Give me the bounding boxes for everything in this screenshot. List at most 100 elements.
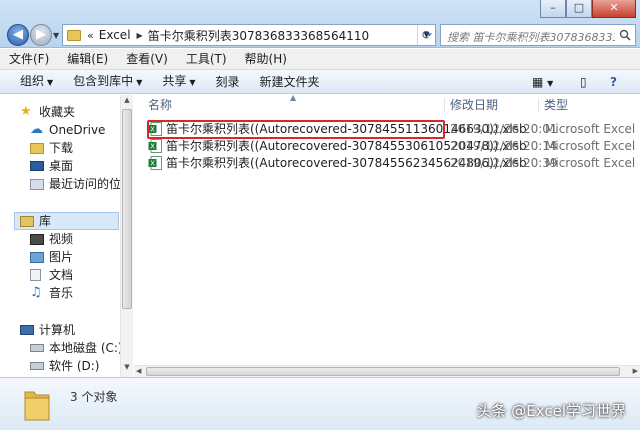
- nav-soft-disk-label: 软件 (D:): [49, 359, 100, 373]
- scroll-right-icon[interactable]: ▶: [633, 367, 638, 375]
- file-row[interactable]: X 笛卡尔乘积列表((Autorecovered-307845562345624…: [146, 155, 640, 172]
- download-folder-icon: [30, 142, 44, 154]
- file-type: Microsoft Excel ...: [545, 156, 640, 170]
- sort-ascending-icon: ▲: [290, 93, 297, 102]
- close-button[interactable]: ✕: [592, 0, 636, 18]
- menu-tools[interactable]: 工具(T): [177, 49, 236, 69]
- column-name[interactable]: 名称: [148, 95, 172, 115]
- column-divider[interactable]: [538, 98, 539, 112]
- file-row[interactable]: X 笛卡尔乘积列表((Autorecovered-307845530610520…: [146, 138, 640, 155]
- nav-computer-label: 计算机: [39, 323, 76, 337]
- nav-documents-label: 文档: [49, 268, 74, 282]
- share-button[interactable]: 共享 ▼: [152, 69, 205, 95]
- star-icon: ★: [20, 104, 32, 119]
- nav-videos-label: 视频: [49, 232, 74, 246]
- include-label: 包含到库中: [73, 73, 134, 88]
- nav-onedrive-label: OneDrive: [49, 123, 106, 137]
- pictures-icon: [30, 251, 44, 263]
- nav-libraries-label: 库: [39, 214, 52, 228]
- desktop-icon: [30, 161, 44, 171]
- folder-icon: [67, 29, 81, 41]
- details-pane: 3 个对象 头条 @Excel学习世界: [0, 377, 640, 430]
- horizontal-scroll-thumb[interactable]: [146, 367, 620, 376]
- title-bar: – □ ✕ ◀ ▶ ▼ « Excel ▶ 笛卡尔乘积列表30783683336…: [0, 0, 640, 48]
- svg-text:X: X: [150, 143, 155, 151]
- organize-label: 组织: [20, 73, 45, 88]
- breadcrumb-excel[interactable]: Excel: [99, 28, 131, 42]
- file-type: Microsoft Excel ...: [545, 139, 640, 153]
- cloud-icon: ☁: [30, 122, 43, 137]
- menu-view[interactable]: 查看(V): [117, 49, 177, 69]
- column-date-modified[interactable]: 修改日期: [450, 95, 498, 115]
- search-icon[interactable]: [619, 29, 631, 41]
- scroll-left-icon[interactable]: ◀: [136, 367, 141, 375]
- maximize-button[interactable]: □: [566, 0, 592, 18]
- folder-icon: [24, 391, 50, 421]
- nav-recent-places[interactable]: 最近访问的位置: [30, 175, 133, 193]
- file-date: 2019/12/26 20:01: [450, 122, 558, 136]
- file-date: 2019/12/26 20:14: [450, 139, 558, 153]
- menu-edit[interactable]: 编辑(E): [58, 49, 117, 69]
- excel-file-icon: X: [148, 156, 162, 170]
- refresh-icon[interactable]: ⟳: [418, 24, 436, 46]
- documents-icon: [30, 269, 41, 281]
- video-icon: [30, 233, 44, 245]
- column-type[interactable]: 类型: [544, 95, 568, 115]
- view-options-icon[interactable]: ▦ ▼: [532, 70, 553, 94]
- nav-pictures-label: 图片: [49, 250, 74, 264]
- preview-pane-icon[interactable]: ▯: [580, 70, 587, 94]
- burn-button[interactable]: 刻录: [206, 70, 250, 94]
- recent-pages-dropdown[interactable]: ▼: [53, 31, 59, 40]
- nav-scroll-thumb[interactable]: [122, 109, 132, 309]
- include-in-library-button[interactable]: 包含到库中 ▼: [63, 69, 152, 95]
- nav-libraries[interactable]: 库: [14, 212, 119, 230]
- file-list: ▲ 名称 修改日期 类型 X 笛卡尔乘积列表((Autorecovered-30…: [134, 93, 640, 377]
- chevron-down-icon: ▼: [47, 77, 54, 87]
- nav-music[interactable]: ♫ 音乐: [30, 284, 73, 302]
- nav-desktop[interactable]: 桌面: [30, 157, 73, 175]
- computer-icon: [20, 325, 34, 335]
- nav-pictures[interactable]: 图片: [30, 248, 73, 266]
- nav-scrollbar[interactable]: ▲ ▼: [120, 95, 133, 377]
- nav-onedrive[interactable]: ☁ OneDrive: [30, 121, 105, 139]
- watermark: 头条 @Excel学习世界: [476, 402, 626, 420]
- nav-favorites[interactable]: ★ 收藏夹: [20, 103, 75, 121]
- share-label: 共享: [162, 73, 187, 88]
- menu-file[interactable]: 文件(F): [0, 49, 58, 69]
- column-divider[interactable]: [444, 98, 445, 112]
- nav-videos[interactable]: 视频: [30, 230, 73, 248]
- nav-local-disk-c[interactable]: 本地磁盘 (C:): [30, 339, 123, 357]
- new-folder-button[interactable]: 新建文件夹: [250, 70, 330, 94]
- music-icon: ♫: [30, 285, 42, 300]
- organize-button[interactable]: 组织 ▼: [10, 69, 63, 95]
- horizontal-scrollbar[interactable]: ◀ ▶: [134, 365, 640, 377]
- address-bar[interactable]: « Excel ▶ 笛卡尔乘积列表307836833368564110 ▼: [62, 24, 436, 46]
- back-button[interactable]: ◀: [7, 24, 29, 46]
- forward-button[interactable]: ▶: [30, 24, 52, 46]
- breadcrumb-overflow[interactable]: «: [87, 29, 94, 42]
- library-icon: [20, 215, 34, 227]
- nav-computer[interactable]: 计算机: [20, 321, 75, 339]
- command-bar: 组织 ▼ 包含到库中 ▼ 共享 ▼ 刻录 新建文件夹 ▦ ▼ ▯ ?: [0, 70, 640, 94]
- nav-software-disk-d[interactable]: 软件 (D:): [30, 357, 99, 375]
- nav-music-label: 音乐: [49, 286, 74, 300]
- nav-local-disk-label: 本地磁盘 (C:): [49, 341, 123, 355]
- help-icon[interactable]: ?: [610, 70, 617, 94]
- search-input[interactable]: 搜索 笛卡尔乘积列表307836833368...: [440, 24, 636, 46]
- chevron-down-icon: ▼: [189, 77, 196, 87]
- nav-documents[interactable]: 文档: [30, 266, 73, 284]
- scroll-up-icon[interactable]: ▲: [121, 96, 133, 108]
- nav-favorites-label: 收藏夹: [39, 105, 76, 119]
- menu-help[interactable]: 帮助(H): [236, 49, 296, 69]
- minimize-button[interactable]: –: [540, 0, 566, 18]
- chevron-right-icon[interactable]: ▶: [137, 31, 143, 40]
- recent-places-icon: [30, 178, 44, 190]
- chevron-down-icon: ▼: [136, 77, 143, 87]
- search-placeholder: 搜索 笛卡尔乘积列表307836833368...: [447, 31, 615, 44]
- scroll-down-icon[interactable]: ▼: [121, 363, 133, 375]
- file-date: 2019/12/26 20:39: [450, 156, 558, 170]
- nav-downloads[interactable]: 下载: [30, 139, 73, 157]
- breadcrumb-current-folder[interactable]: 笛卡尔乘积列表307836833368564110: [148, 27, 369, 44]
- item-count: 3 个对象: [70, 390, 118, 404]
- drive-icon: [30, 362, 44, 370]
